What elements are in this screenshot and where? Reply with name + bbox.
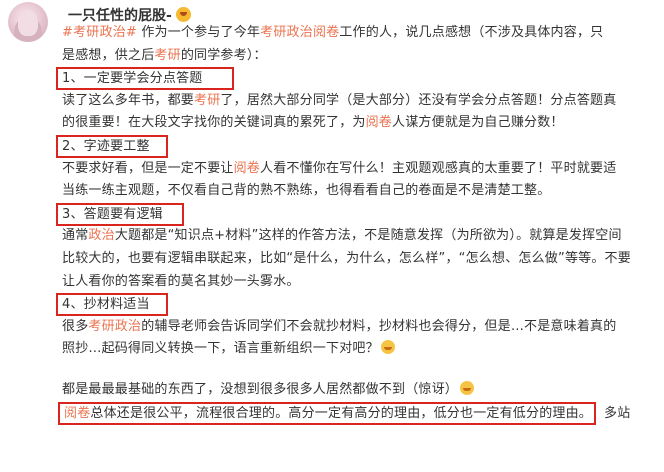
- intro-text: 是感想，供之后: [62, 47, 155, 63]
- keyword-link[interactable]: 阅卷: [64, 406, 90, 421]
- keyword-link[interactable]: 考研政治阅卷: [260, 25, 339, 40]
- paragraph-line: 的很重要！在大段文字找你的关键词真的累死了，为阅卷人谋方便就是为自己赚分数！: [62, 112, 662, 135]
- paragraph-line: 让人看你的答案看的莫名其妙一头雾水。: [62, 271, 662, 294]
- paragraph-text: 人看不懂你在写什么！主观题观感真的太重要了！平时就要适: [260, 160, 617, 176]
- paragraph-text: 通常: [62, 228, 89, 244]
- keyword-link[interactable]: 考研: [154, 48, 180, 63]
- paragraph-text: 比较大的，也要有逻辑串联起来，比如“是什么，为什么，怎么样”，“怎么想、怎么做”…: [62, 250, 631, 266]
- laughing-face-icon: [175, 7, 191, 22]
- paragraph-line: 很多考研政治的辅导老师会告诉同学们不会就抄材料，抄材料也会得分，但是…不是意味着…: [62, 316, 662, 339]
- paragraph-text: 当练一练主观题，不仅看自己背的熟不熟练，也得看看自己的卷面是不是清楚工整。: [62, 183, 551, 199]
- keyword-link[interactable]: 政治: [88, 228, 114, 243]
- point-1-heading: 1、一定要学会分点答题: [56, 67, 662, 91]
- intro-text: 作为一个参与了今年: [137, 25, 261, 40]
- paragraph-text: 大题都是“知识点+材料”这样的作答方法，不是随意发挥（为所欲为）。就算是发挥空间: [114, 228, 622, 244]
- paragraph-line: 照抄…起码得同义转换一下，语言重新组织一下对吧？: [62, 338, 662, 361]
- paragraph-line: 比较大的，也要有逻辑串联起来，比如“是什么，为什么，怎么样”，“怎么想、怎么做”…: [62, 248, 662, 271]
- intro-line-1: 考研政治 作为一个参与了今年考研政治阅卷工作的人，说几点感想（不涉及具体内容，只: [62, 22, 662, 45]
- paragraph-line: 读了这么多年书，都要考研了，居然大部分同学（是大部分）还没有学会分点答题！分点答…: [62, 90, 662, 113]
- point-2-title: 2、字迹要工整: [56, 134, 168, 158]
- laughing-tears-icon: [380, 340, 395, 355]
- intro-text: 工作的人，说几点感想（不涉及具体内容，只: [339, 25, 604, 40]
- point-3-heading: 3、答题要有逻辑: [56, 202, 662, 226]
- paragraph-text: 了，居然大部分同学（是大部分）还没有学会分点答题！分点答题真: [220, 92, 617, 108]
- point-2-heading: 2、字迹要工整: [56, 134, 662, 158]
- paragraph-text: 读了这么多年书，都要: [62, 92, 195, 108]
- avatar[interactable]: [8, 2, 48, 42]
- paragraph-text: 很多: [62, 318, 89, 334]
- paragraph-text: 的辅导老师会告诉同学们不会就抄材料，抄材料也会得分，但是…不是意味着真的: [141, 318, 617, 334]
- intro-line-2: 是感想，供之后考研的同学参考）：: [62, 45, 662, 68]
- conclusion-box: 阅卷总体还是很公平，流程很合理的。高分一定有高分的理由，低分也一定有低分的理由。: [58, 401, 597, 425]
- point-4-heading: 4、抄材料适当: [56, 293, 662, 317]
- paragraph-text: 都是最最最基础的东西了，没想到很多很多人居然都做不到（惊讶）: [62, 381, 459, 397]
- closing-line-2: 阅卷总体还是很公平，流程很合理的。高分一定有高分的理由，低分也一定有低分的理由。…: [58, 401, 662, 425]
- laughing-tears-icon: [460, 380, 475, 395]
- paragraph-text: 让人看你的答案看的莫名其妙一头雾水。: [62, 273, 300, 289]
- point-1-title: 1、一定要学会分点答题: [56, 67, 234, 91]
- paragraph-text: 不要求好看，但是一定不要让: [62, 160, 234, 176]
- post-body: 考研政治 作为一个参与了今年考研政治阅卷工作的人，说几点感想（不涉及具体内容，只…: [56, 22, 662, 425]
- intro-text: 的同学参考）：: [180, 47, 267, 63]
- paragraph-text: 多站: [604, 405, 631, 421]
- paragraph-text: 的很重要！在大段文字找你的关键词真的累死了，为: [62, 115, 366, 131]
- closing-line-1: 都是最最最基础的东西了，没想到很多很多人居然都做不到（惊讶）: [62, 379, 662, 402]
- paragraph-line: 不要求好看，但是一定不要让阅卷人看不懂你在写什么！主观题观感真的太重要了！平时就…: [62, 158, 662, 181]
- keyword-link[interactable]: 考研政治: [88, 319, 141, 334]
- paragraph-text: 照抄…起码得同义转换一下，语言重新组织一下对吧？: [62, 341, 379, 357]
- conclusion-text: 总体还是很公平，流程很合理的。高分一定有高分的理由，低分也一定有低分的理由。: [90, 405, 593, 421]
- point-3-title: 3、答题要有逻辑: [56, 202, 184, 226]
- paragraph-line: 通常政治大题都是“知识点+材料”这样的作答方法，不是随意发挥（为所欲为）。就算是…: [62, 225, 662, 248]
- keyword-link[interactable]: 阅卷: [234, 161, 260, 176]
- point-4-title: 4、抄材料适当: [56, 293, 168, 317]
- topic-tag[interactable]: 考研政治: [62, 25, 137, 40]
- paragraph-text: 人谋方便就是为自己赚分数！: [392, 115, 564, 131]
- keyword-link[interactable]: 考研: [194, 93, 220, 108]
- paragraph-line: 当练一练主观题，不仅看自己背的熟不熟练，也得看看自己的卷面是不是清楚工整。: [62, 180, 662, 203]
- keyword-link[interactable]: 阅卷: [366, 115, 392, 130]
